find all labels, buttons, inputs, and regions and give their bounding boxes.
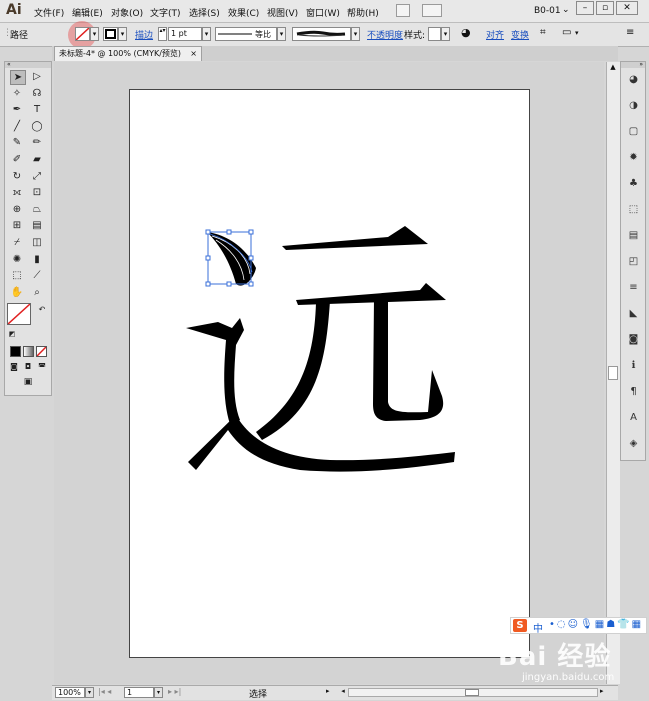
panel-dock: » ◕ ◑ ▢ ✹ ♣ ⬚ ▤ ◰ ≡ ◣ ◙ ℹ ¶ A ◈: [620, 61, 646, 461]
stroke-right-leg: [373, 297, 444, 421]
brushes-icon[interactable]: ✹: [627, 152, 640, 164]
stroke-icon[interactable]: ≡: [627, 282, 640, 294]
transform-icon[interactable]: ⬚: [627, 204, 640, 216]
stroke-top-horizontal: [282, 226, 428, 250]
scroll-up-icon[interactable]: ▲: [608, 63, 618, 73]
next-artboard-icon[interactable]: ▸ ▸|: [168, 687, 181, 696]
stroke-left-leg: [256, 301, 330, 440]
status-bar: 100% ▾ |◂ ◂ 1 ▾ ▸ ▸| 选择 ▸ ◂ ▸: [52, 685, 618, 700]
transparency-icon[interactable]: ◙: [627, 334, 640, 346]
dock-collapse-icon[interactable]: »: [621, 62, 645, 68]
swatches-icon[interactable]: ▢: [627, 126, 640, 138]
watermark-logo: Bai 经验: [498, 642, 612, 672]
zoom-field[interactable]: 100%: [55, 687, 85, 698]
scroll-left-icon[interactable]: ◂: [338, 687, 348, 698]
ime-tools-icons[interactable]: •◌☺🎙▦☗👕▦: [549, 619, 643, 630]
scroll-thumb[interactable]: [608, 366, 618, 380]
ime-mode-label[interactable]: 中: [533, 620, 543, 635]
horizontal-scrollbar[interactable]: [348, 688, 598, 697]
stroke-sweep: [188, 415, 455, 472]
stroke-second-horizontal: [296, 283, 446, 305]
status-menu-icon[interactable]: ▸: [326, 687, 330, 695]
first-artboard-icon[interactable]: |◂ ◂: [98, 687, 111, 696]
layers-icon[interactable]: ◈: [627, 438, 640, 450]
stroke-hook: [186, 318, 244, 424]
gradient-icon[interactable]: ◣: [627, 308, 640, 320]
watermark-url: jingyan.baidu.com: [522, 672, 615, 683]
align-icon[interactable]: ▤: [627, 230, 640, 242]
paragraph-icon[interactable]: ¶: [627, 386, 640, 398]
symbols-icon[interactable]: ♣: [627, 178, 640, 190]
artwork-layer: [186, 226, 455, 472]
vertical-scrollbar[interactable]: ▲: [606, 62, 620, 684]
color-icon[interactable]: ◑: [627, 100, 640, 112]
current-tool-label: 选择: [249, 690, 268, 700]
info-icon[interactable]: ℹ: [627, 360, 640, 372]
artboard-number-field[interactable]: 1: [124, 687, 154, 698]
sogou-logo-icon[interactable]: S: [513, 619, 527, 632]
color-guide-icon[interactable]: ◕: [627, 74, 640, 86]
scroll-right-icon[interactable]: ▸: [600, 687, 604, 695]
artboard-dropdown[interactable]: ▾: [154, 687, 163, 698]
pathfinder-icon[interactable]: ◰: [627, 256, 640, 268]
hscroll-thumb[interactable]: [465, 689, 479, 696]
ime-toolbar: S 中 •◌☺🎙▦☗👕▦: [510, 617, 647, 635]
character-icon[interactable]: A: [627, 412, 640, 424]
zoom-dropdown[interactable]: ▾: [85, 687, 94, 698]
